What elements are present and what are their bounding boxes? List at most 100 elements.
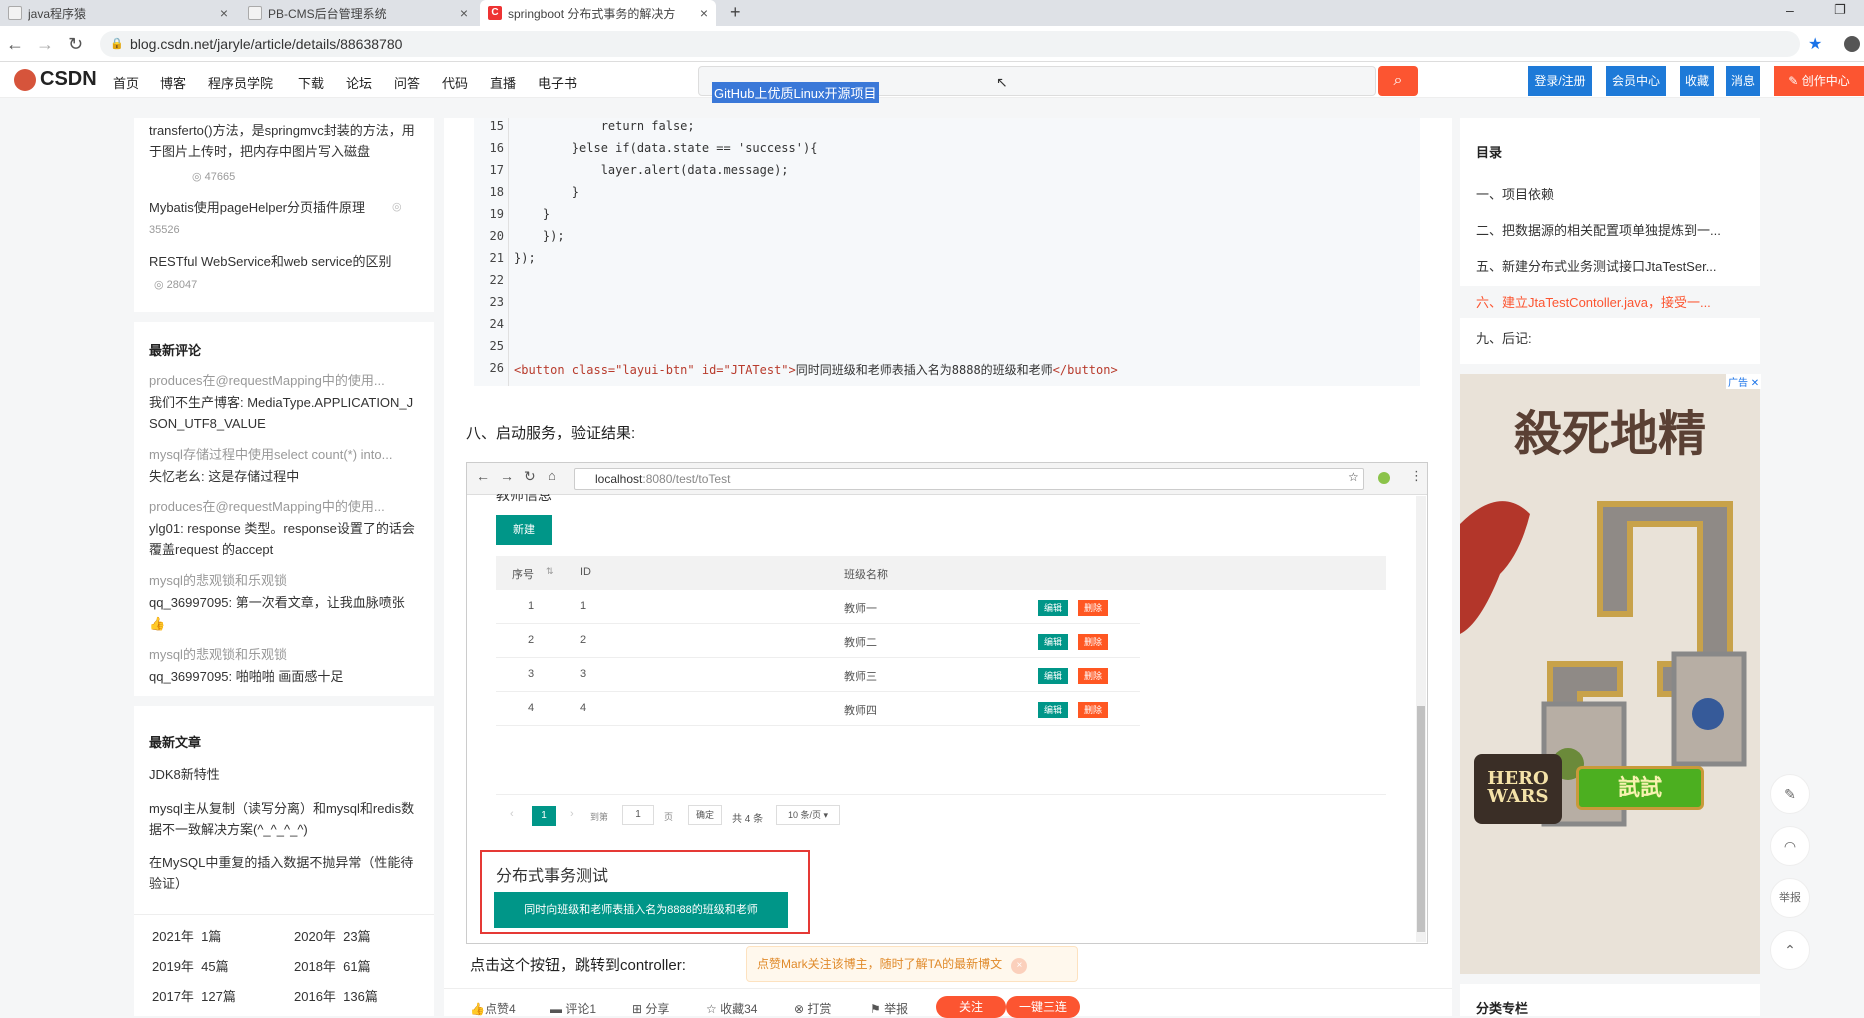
archive-link[interactable]: 2021年 1篇 [152,926,221,947]
browser-tab-active[interactable]: C springboot 分布式事务的解决方 × [480,0,716,26]
back-icon[interactable]: ← [6,34,24,55]
toc-item[interactable]: 五、新建分布式业务测试接口JtaTestSer... [1476,256,1740,275]
share-icon: ⊞ [632,1002,646,1016]
nav-item[interactable]: 问答 [394,73,420,92]
table-cell: 1 [580,600,587,612]
triple-action-button[interactable]: 一键三连 [1006,996,1080,1018]
comment-article-link[interactable]: mysql的悲观锁和乐观锁 [149,570,419,591]
report-button[interactable]: ⚑ 举报 [870,1000,908,1017]
follow-button[interactable]: 关注 [936,996,1006,1018]
eye-icon: ◎ [154,279,167,291]
recent-article-link[interactable]: 在MySQL中重复的插入数据不抛异常（性能待验证） [149,852,425,894]
archive-link[interactable]: 2020年 23篇 [294,926,371,947]
star-icon: ☆ [706,1002,721,1016]
ad-tag[interactable]: 广告 ✕ [1726,374,1762,389]
share-button[interactable]: ⊞ 分享 [632,1000,669,1017]
csdn-logo[interactable]: CSDN [14,68,97,91]
new-tab-button[interactable]: + [730,2,741,23]
recent-article-link[interactable]: mysql主从复制（读写分离）和mysql和redis数据不一致解决方案(^_^… [149,798,425,840]
favorite-label: 收藏34 [720,1002,758,1016]
archive-year: 2020年 [294,929,336,944]
edit-note-icon[interactable]: ✎ [1770,774,1810,814]
logo-text: CSDN [40,68,97,90]
close-icon[interactable]: ✕ [1751,378,1759,389]
maximize-button[interactable]: ❐ [1834,2,1846,18]
tab-title: PB-CMS后台管理系统 [268,6,387,21]
nav-item[interactable]: 下载 [298,73,324,92]
nav-item[interactable]: 代码 [442,73,468,92]
hot-article-link[interactable]: transferto()方法，是springmvc封装的方法，用于图片上传时，把… [149,120,419,162]
favorites-button[interactable]: 收藏 [1680,66,1714,96]
current-page: 1 [532,806,556,826]
nav-item[interactable]: 论坛 [346,73,372,92]
search-query-text: GitHub上优质Linux开源项目 [712,82,879,103]
code-line-number: 21 [489,251,504,265]
favorite-button[interactable]: ☆ 收藏34 [706,1000,757,1017]
archive-link[interactable]: 2016年 136篇 [294,986,378,1007]
toc-item-active[interactable]: 六、建立JtaTestContoller.java，接受一... [1476,292,1740,311]
hot-article-link[interactable]: Mybatis使用pageHelper分页插件原理 [149,197,395,218]
next-page-icon: › [570,808,574,820]
url-field[interactable]: 🔒 blog.csdn.net/jaryle/article/details/8… [100,31,1800,57]
toc-item[interactable]: 九、后记: [1476,328,1740,347]
comment-label: 评论1 [565,1002,597,1016]
back-to-top-icon[interactable]: ⌃ [1770,930,1810,970]
code-line-number: 24 [489,317,504,331]
comment-article-link[interactable]: produces在@requestMapping中的使用... [149,496,419,517]
comment-article-link[interactable]: produces在@requestMapping中的使用... [149,370,419,391]
archive-count: 1篇 [201,929,222,944]
reward-button[interactable]: ⊗ 打赏 [794,1000,831,1017]
profile-avatar-icon[interactable] [1844,36,1860,52]
star-icon: ☆ [1348,470,1359,484]
create-center-button[interactable]: ✎ 创作中心 [1774,66,1864,96]
archive-link[interactable]: 2019年 45篇 [152,956,229,977]
ad-cta-button[interactable]: 試試 [1576,766,1704,810]
nav-item[interactable]: 程序员学院 [208,73,273,92]
close-icon[interactable]: × [1011,958,1028,974]
close-tab-icon[interactable]: × [460,5,468,21]
section-heading: 八、启动服务，验证结果: [466,425,636,442]
search-button[interactable]: ⌕ [1378,66,1418,96]
toc-item[interactable]: 二、把数据源的相关配置项单独提炼到一... [1476,220,1740,239]
toc-item[interactable]: 一、项目依赖 [1476,184,1740,203]
nav-item[interactable]: 电子书 [538,73,577,92]
nav-item[interactable]: 首页 [113,73,139,92]
minimize-button[interactable]: – [1786,2,1794,18]
csdn-favicon-icon: C [488,6,502,20]
code-line-number: 25 [489,339,504,353]
close-tab-icon[interactable]: × [700,5,708,21]
hot-article-link[interactable]: RESTful WebService和web service的区别 [149,251,429,272]
code-line: }); [514,229,565,243]
mouse-cursor-icon: ↖ [996,74,1008,90]
view-count: 35526 [149,224,180,236]
edit-button: 编辑 [1038,668,1068,684]
forward-icon[interactable]: → [36,34,54,55]
code-line-number: 23 [489,295,504,309]
browser-tab[interactable]: java程序猿 × [0,0,236,26]
comment-text: 我们不生产博客: MediaType.APPLICATION_JSON_UTF8… [149,395,414,431]
report-float-button[interactable]: 举报 [1770,878,1810,918]
bookmark-star-icon[interactable]: ★ [1808,34,1822,54]
ad-banner[interactable]: 殺死地精 HERO WARS 試試 [1460,374,1760,974]
recent-article-link[interactable]: JDK8新特性 [149,764,419,785]
code-line: } [514,207,551,221]
headset-icon[interactable]: ◠ [1770,826,1810,866]
table-cell: 4 [528,702,535,714]
archive-link[interactable]: 2018年 61篇 [294,956,371,977]
view-count-value: 28047 [166,279,198,291]
comment-article-link[interactable]: mysql存储过程中使用select count(*) into... [149,444,419,465]
nav-item[interactable]: 博客 [160,73,186,92]
like-button[interactable]: 👍点赞4 [470,1000,516,1017]
messages-button[interactable]: 消息 [1726,66,1760,96]
reload-icon[interactable]: ↻ [68,34,83,55]
nav-item[interactable]: 直播 [490,73,516,92]
login-register-button[interactable]: 登录/注册 [1528,66,1592,96]
comment-article-link[interactable]: mysql的悲观锁和乐观锁 [149,644,419,665]
comment-button[interactable]: ▬ 评论1 [550,1000,596,1017]
close-tab-icon[interactable]: × [220,5,228,21]
archive-link[interactable]: 2017年 127篇 [152,986,236,1007]
browser-tab[interactable]: PB-CMS后台管理系统 × [240,0,476,26]
ad-title: 殺死地精 [1513,406,1706,462]
vip-center-button[interactable]: 会员中心 [1606,66,1666,96]
section-title: 最新文章 [149,735,202,750]
